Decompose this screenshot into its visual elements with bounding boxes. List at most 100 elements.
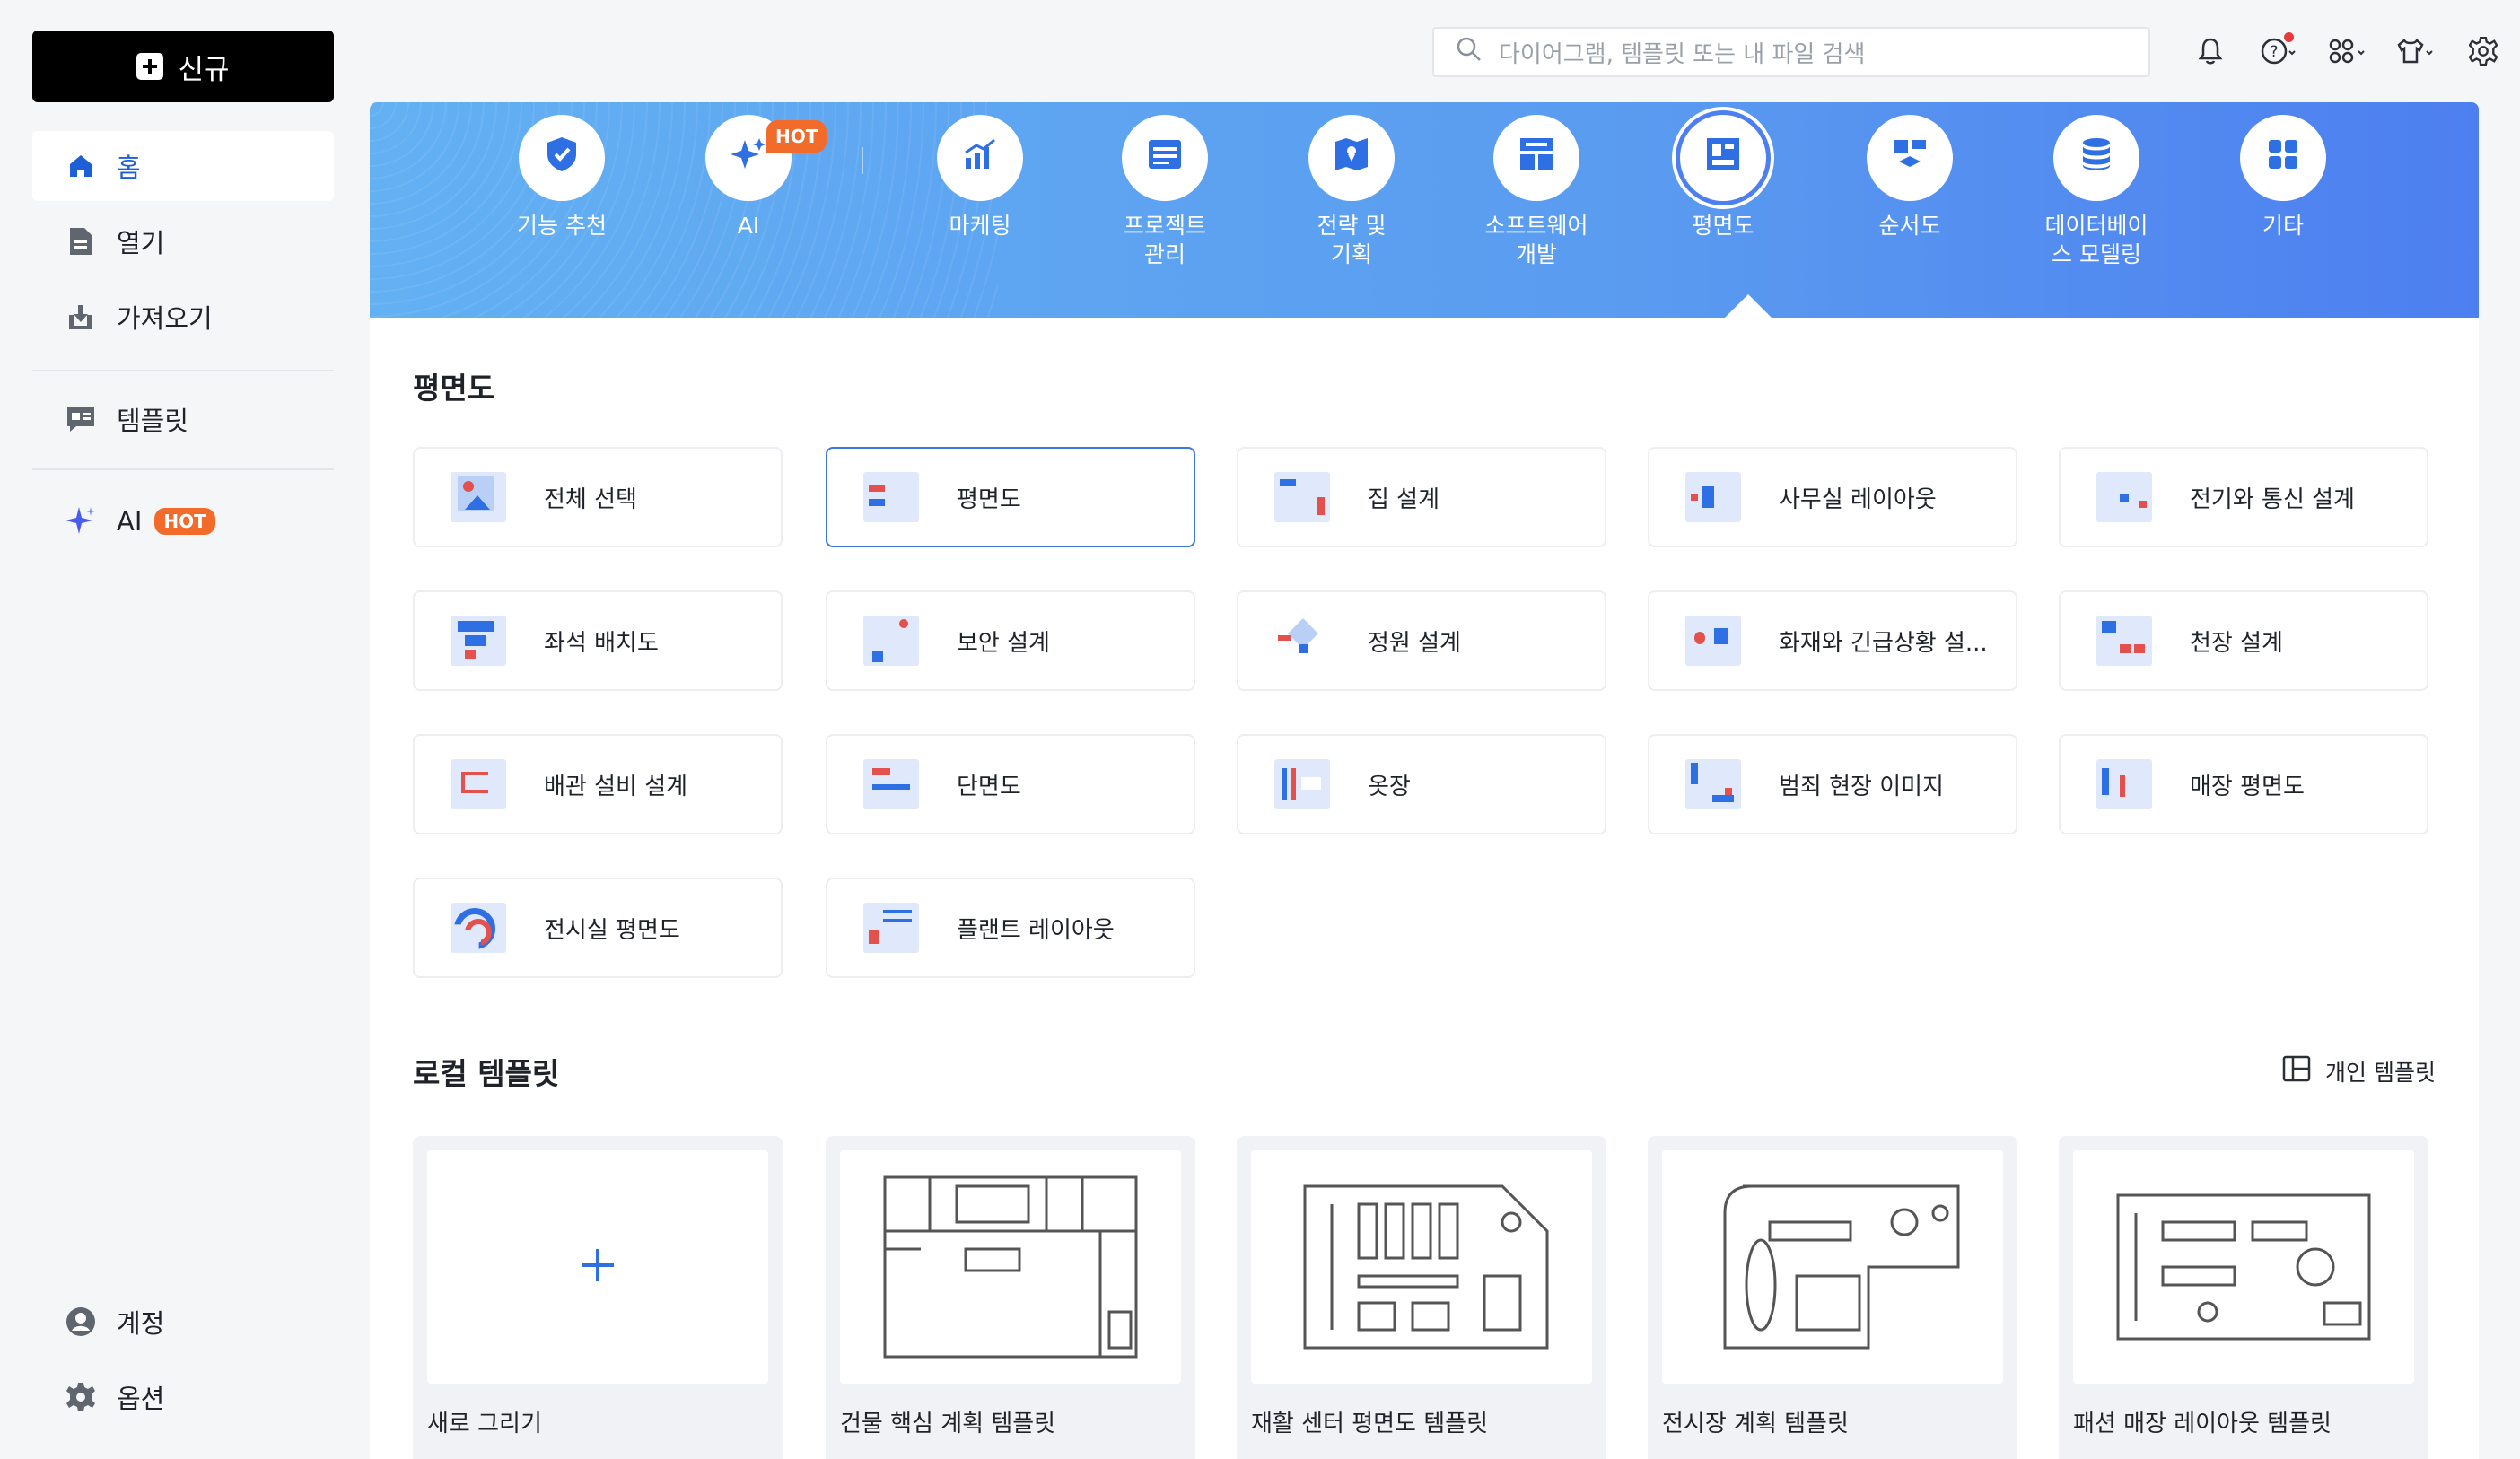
tile-select-all[interactable]: 전체 선택 <box>413 447 783 547</box>
category-floorplan[interactable]: 평면도 <box>1642 115 1804 240</box>
sparkle-icon <box>65 505 97 537</box>
sidebar-item-import[interactable]: 가져오기 <box>32 282 334 352</box>
account-icon <box>65 1306 97 1338</box>
section-title: 평면도 <box>413 371 495 406</box>
tile-fire-emergency[interactable]: 화재와 긴급상황 설... <box>1648 590 2017 691</box>
card-label: 재활 센터 평면도 템플릿 <box>1251 1411 1488 1437</box>
recommend-icon <box>542 135 582 181</box>
category-marketing[interactable]: 마케팅 <box>899 115 1061 240</box>
category-ai[interactable]: AI HOT <box>668 115 829 240</box>
floorplan-icon <box>863 472 919 522</box>
category-label: 마케팅 <box>949 213 1011 239</box>
ceiling-icon <box>2096 616 2152 666</box>
sidebar: 신규 홈 열기 가져오기 템플릿 AI HOT 계정 옵션 <box>0 0 368 1459</box>
category-label: 전략 및 기획 <box>1317 213 1387 267</box>
hot-badge: HOT <box>154 508 215 535</box>
tile-label: 전시실 평면도 <box>544 916 680 944</box>
sidebar-item-options[interactable]: 옵션 <box>32 1362 334 1432</box>
category-label: 소프트웨어 개발 <box>1484 213 1588 267</box>
tile-section[interactable]: 단면도 <box>826 734 1195 834</box>
sidebar-item-label: 템플릿 <box>117 406 189 436</box>
tile-house-design[interactable]: 집 설계 <box>1237 447 1606 547</box>
category-recommend[interactable]: 기능 추천 <box>481 115 643 240</box>
bell-icon[interactable] <box>2190 31 2231 72</box>
sidebar-item-ai[interactable]: AI HOT <box>32 486 334 556</box>
card-rehab-center[interactable]: 재활 센터 평면도 템플릿 <box>1237 1136 1606 1459</box>
tile-office-layout[interactable]: 사무실 레이아웃 <box>1648 447 2017 547</box>
tile-label: 천장 설계 <box>2190 629 2283 657</box>
shirt-icon[interactable] <box>2394 31 2436 72</box>
blank-thumbnail <box>427 1150 768 1384</box>
showroom-icon <box>451 903 506 953</box>
sidebar-item-templates[interactable]: 템플릿 <box>32 384 334 454</box>
category-project[interactable]: 프로젝트 관리 <box>1084 115 1246 269</box>
tile-label: 정원 설계 <box>1368 629 1461 657</box>
picture-icon <box>451 472 506 522</box>
plus-icon <box>580 1247 616 1287</box>
tile-ceiling[interactable]: 천장 설계 <box>2059 590 2428 691</box>
search-icon <box>1456 36 1483 69</box>
tile-crime-scene[interactable]: 범죄 현장 이미지 <box>1648 734 2017 834</box>
tile-label: 범죄 현장 이미지 <box>1779 773 1944 800</box>
settings-icon[interactable] <box>2463 31 2504 72</box>
card-new-drawing[interactable]: 새로 그리기 <box>413 1136 783 1459</box>
sidebar-item-home[interactable]: 홈 <box>32 131 334 201</box>
tile-electrical[interactable]: 전기와 통신 설계 <box>2059 447 2428 547</box>
tile-seating[interactable]: 좌석 배치도 <box>413 590 783 691</box>
personal-templates-link[interactable]: 개인 템플릿 <box>2282 1055 2436 1088</box>
tile-label: 사무실 레이아웃 <box>1779 485 1937 513</box>
tile-floorplan[interactable]: 평면도 <box>826 447 1195 547</box>
notification-dot <box>2284 32 2294 42</box>
electrical-icon <box>2096 472 2152 522</box>
home-icon <box>65 150 97 182</box>
tile-label: 배관 설비 설계 <box>544 773 688 800</box>
strategy-map-icon <box>1332 135 1371 181</box>
card-fashion-store[interactable]: 패션 매장 레이아웃 템플릿 <box>2059 1136 2428 1459</box>
category-other[interactable]: 기타 <box>2202 115 2364 240</box>
sidebar-item-label: AI <box>117 506 143 537</box>
new-button[interactable]: 신규 <box>32 31 334 102</box>
tile-label: 플랜트 레이아웃 <box>957 916 1115 944</box>
category-label: AI <box>737 213 760 239</box>
exhibition-plan-thumbnail <box>1662 1150 2003 1384</box>
flowchart-icon <box>1890 135 1929 181</box>
tile-store-plan[interactable]: 매장 평면도 <box>2059 734 2428 834</box>
tile-label: 단면도 <box>957 773 1021 800</box>
tile-garden[interactable]: 정원 설계 <box>1237 590 1606 691</box>
tile-label: 보안 설계 <box>957 629 1050 657</box>
sidebar-item-label: 열기 <box>117 228 165 258</box>
database-icon <box>2077 135 2116 181</box>
category-strategy[interactable]: 전략 및 기획 <box>1271 115 1432 269</box>
file-icon <box>65 225 97 258</box>
plus-square-icon <box>136 53 164 80</box>
category-flowchart[interactable]: 순서도 <box>1829 115 1991 240</box>
tile-showroom[interactable]: 전시실 평면도 <box>413 878 783 978</box>
tile-plumbing[interactable]: 배관 설비 설계 <box>413 734 783 834</box>
sidebar-item-account[interactable]: 계정 <box>32 1287 334 1357</box>
sidebar-item-open[interactable]: 열기 <box>32 206 334 276</box>
tile-plant-layout[interactable]: 플랜트 레이아웃 <box>826 878 1195 978</box>
tile-security[interactable]: 보안 설계 <box>826 590 1195 691</box>
floorplan-icon <box>1703 135 1743 181</box>
card-exhibition[interactable]: 전시장 계획 템플릿 <box>1648 1136 2017 1459</box>
seating-icon <box>451 616 506 666</box>
card-label: 건물 핵심 계획 템플릿 <box>840 1411 1056 1437</box>
new-button-label: 신규 <box>178 53 230 86</box>
search-input[interactable]: 다이어그램, 템플릿 또는 내 파일 검색 <box>1432 27 2150 77</box>
banner-divider <box>862 147 863 174</box>
apps-icon[interactable] <box>2326 31 2367 72</box>
sidebar-divider <box>32 468 334 470</box>
card-building-core[interactable]: 건물 핵심 계획 템플릿 <box>826 1136 1195 1459</box>
hot-badge: HOT <box>766 120 827 153</box>
category-database[interactable]: 데이터베이 스 모델링 <box>2016 115 2177 269</box>
tile-label: 옷장 <box>1368 773 1411 800</box>
svg-text:?: ? <box>2270 43 2278 61</box>
category-software[interactable]: 소프트웨어 개발 <box>1456 115 1617 269</box>
help-icon[interactable]: ? <box>2258 31 2299 72</box>
sidebar-item-label: 홈 <box>117 153 141 183</box>
tile-closet[interactable]: 옷장 <box>1237 734 1606 834</box>
tile-label: 집 설계 <box>1368 485 1440 513</box>
card-label: 전시장 계획 템플릿 <box>1662 1411 1849 1437</box>
category-label: 프로젝트 관리 <box>1123 213 1206 267</box>
plant-layout-icon <box>863 903 919 953</box>
